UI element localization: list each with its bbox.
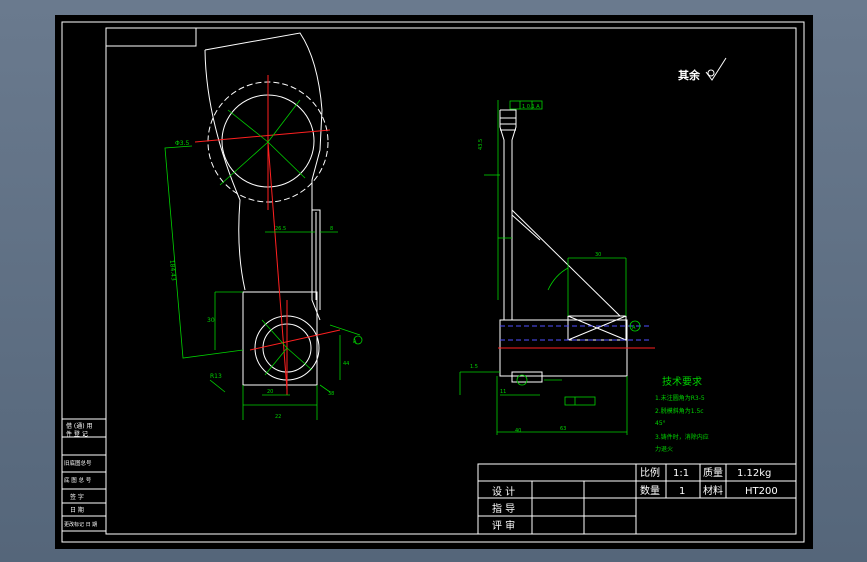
technical-requirements: 技术要求 1.未注圆角为R3-5 2.脱模斜角为1.5c 45° 3.铸件时，消…	[655, 375, 709, 453]
dim-text-184: 184.43	[168, 260, 177, 282]
centerline-top-h	[194, 129, 331, 143]
dim-text-435: 43.5	[478, 139, 484, 150]
datum-a-left: A	[353, 339, 357, 345]
dim-text-r13: R13	[210, 373, 222, 380]
right-view-section: 1 0.1 A 43.5 40 30 1.5 11 63 A	[459, 100, 655, 435]
dim-text-40: 40	[515, 428, 521, 434]
dim-text-26: 26.5	[275, 226, 286, 232]
tech-req-item-4: 3.铸件时，消除内应	[655, 433, 709, 441]
qty-label: 数量	[640, 484, 660, 497]
tolerance-frame-bottom	[564, 396, 596, 406]
material-label: 材料	[703, 484, 723, 497]
dim-text-8: 8	[330, 226, 333, 232]
datum-a-right: A	[632, 325, 636, 331]
strip-label-7: 更改标记 日 期	[64, 521, 97, 528]
surface-roughness-note: 其余	[678, 57, 727, 82]
scale-label: 比例	[640, 466, 660, 479]
dim-text-11: 11	[500, 389, 506, 395]
design-label: 设 计	[492, 485, 515, 498]
qty-value: 1	[679, 486, 685, 497]
centerline-link	[267, 141, 288, 391]
strip-label-6: 日 期	[70, 506, 84, 514]
scale-value: 1:1	[673, 468, 689, 479]
dim-text-38: 38	[328, 391, 334, 397]
tech-req-item-2: 2.脱模斜角为1.5c	[655, 407, 704, 415]
title-block: 比例 1:1 质量 1.12kg 数量 1 材料 HT200 设 计 指 导 评…	[477, 463, 797, 535]
top-left-box	[105, 27, 197, 47]
strip-label-1: 借 (通) 用	[66, 422, 93, 430]
left-view-lever: Φ3.5 184.43 30 R13 26.5 8 22 20 44 38 A	[164, 32, 363, 420]
tol-text-top: 1 0.1 A	[522, 104, 540, 110]
inner-frame	[105, 27, 797, 535]
dim-text-20: 20	[267, 389, 273, 395]
guide-label: 指 导	[492, 502, 515, 515]
dim-text-44: 44	[343, 361, 349, 367]
strip-label-5: 签 字	[70, 493, 84, 501]
tech-req-title: 技术要求	[662, 375, 702, 388]
strip-label-2: 件 登 记	[66, 430, 88, 438]
review-label: 评 审	[492, 519, 515, 532]
dim-text-30r: 30	[595, 252, 601, 258]
tech-req-item-3: 45°	[655, 420, 666, 427]
strip-label-4: 底 图 总 号	[64, 476, 92, 484]
material-value: HT200	[745, 486, 778, 497]
dim-text-30: 30	[207, 317, 215, 324]
dim-text-phi: Φ3.5	[175, 140, 189, 147]
dim-text-15: 1.5	[470, 364, 478, 370]
roughness-label: 其余	[678, 68, 701, 82]
roughness-symbol-icon	[705, 57, 727, 81]
left-strip-table: 借 (通) 用 件 登 记 旧底图总号 底 图 总 号 签 字 日 期 更改标记…	[61, 418, 107, 532]
tech-req-item-1: 1.未注圆角为R3-5	[655, 394, 705, 402]
mass-value: 1.12kg	[737, 468, 771, 479]
dim-text-63: 63	[560, 426, 566, 432]
dim-text-22: 22	[275, 414, 281, 420]
tech-req-item-5: 力退火	[655, 445, 673, 453]
mass-label: 质量	[703, 467, 723, 479]
strip-label-3: 旧底图总号	[64, 459, 92, 467]
cad-drawing-canvas[interactable]: 借 (通) 用 件 登 记 旧底图总号 底 图 总 号 签 字 日 期 更改标记…	[0, 0, 867, 562]
